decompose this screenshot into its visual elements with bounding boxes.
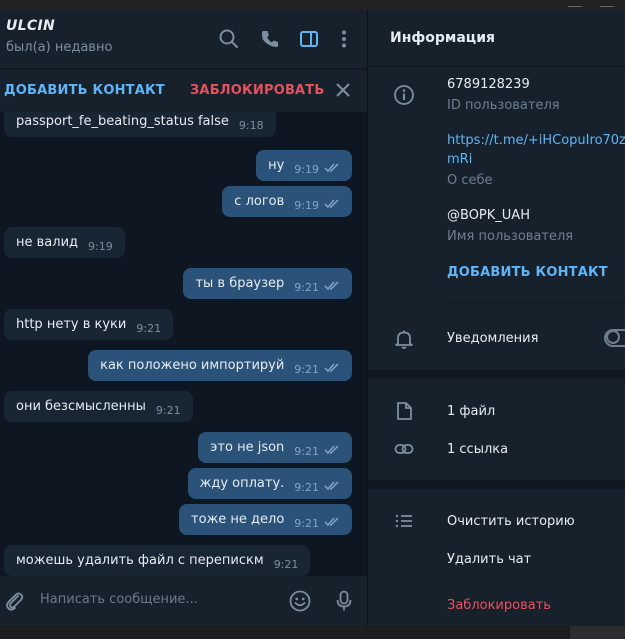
- phone-icon[interactable]: [259, 28, 281, 50]
- bio-link[interactable]: https://t.me/+iHCopuIro70zM: [447, 133, 625, 148]
- message-text: тоже не дело: [191, 512, 285, 527]
- paperclip-icon[interactable]: [2, 589, 26, 613]
- message-time: 9:21: [294, 445, 319, 458]
- bio-label: О себе: [447, 173, 493, 188]
- message-text: passport_fe_beating_status false: [16, 114, 229, 129]
- chat-status: был(а) недавно: [6, 40, 113, 55]
- file-icon: [393, 400, 415, 422]
- chat-title[interactable]: ULCIN: [6, 18, 55, 34]
- message-text: это не json: [210, 440, 285, 455]
- message-incoming[interactable]: passport_fe_beating_status false 9:18: [4, 112, 276, 137]
- message-outgoing[interactable]: с логов 9:19: [222, 186, 352, 217]
- double-check-icon: [324, 272, 342, 291]
- maximize-control[interactable]: [600, 0, 614, 7]
- message-incoming[interactable]: http нету в куки 9:21: [4, 309, 174, 340]
- username-value[interactable]: @BOPK_UAH: [447, 208, 530, 223]
- message-text: ты в браузер: [195, 276, 285, 291]
- chat-header: ULCIN был(а) недавно: [0, 10, 368, 68]
- delete-chat-button[interactable]: Удалить чат: [447, 552, 531, 567]
- emoji-icon[interactable]: [288, 589, 312, 613]
- message-text: с логов: [234, 194, 285, 209]
- divider: [447, 302, 625, 303]
- info-add-contact-button[interactable]: ДОБАВИТЬ КОНТАКТ: [447, 265, 608, 280]
- bell-icon: [393, 328, 415, 350]
- message-time: 9:21: [136, 322, 162, 335]
- minimize-control[interactable]: [568, 0, 582, 7]
- message-time: 9:21: [294, 517, 319, 530]
- message-time: 9:18: [238, 119, 264, 132]
- notifications-toggle[interactable]: [604, 329, 625, 347]
- message-outgoing[interactable]: ну 9:19: [256, 150, 352, 181]
- message-incoming[interactable]: они безсмысленны 9:21: [4, 391, 193, 422]
- message-time: 9:19: [294, 163, 319, 176]
- info-icon: [393, 84, 415, 106]
- double-check-icon: [324, 154, 342, 173]
- links-item[interactable]: 1 ссылка: [447, 442, 508, 457]
- double-check-icon: [324, 190, 342, 209]
- block-button[interactable]: ЗАБЛОКИРОВАТЬ: [190, 83, 325, 98]
- message-text: не валид: [16, 235, 79, 250]
- search-icon[interactable]: [218, 28, 240, 50]
- list-icon: [393, 510, 415, 532]
- close-icon[interactable]: [332, 79, 354, 101]
- message-text: http нету в куки: [16, 317, 127, 332]
- notifications-label: Уведомления: [447, 331, 539, 346]
- chat-pane: ULCIN был(а) недавно ДОБАВИТЬ КОНТАКТ ЗА…: [0, 10, 368, 626]
- message-composer: Написать сообщение...: [0, 576, 368, 626]
- message-time: 9:21: [155, 404, 181, 417]
- link-icon: [393, 438, 415, 460]
- double-check-icon: [324, 354, 342, 373]
- microphone-icon[interactable]: [332, 589, 356, 613]
- taskbar-block: [570, 626, 625, 639]
- user-id-label: ID пользователя: [447, 98, 560, 113]
- section-divider: [368, 480, 625, 489]
- window-bottom-strip: [0, 626, 625, 639]
- message-text: они безсмысленны: [16, 399, 146, 414]
- message-incoming[interactable]: не валид 9:19: [4, 227, 125, 258]
- message-time: 9:21: [294, 281, 319, 294]
- message-text: ну: [268, 158, 285, 173]
- message-time: 9:19: [88, 240, 113, 253]
- info-pane: Информация 6789128239 ID пользователя ht…: [368, 10, 625, 626]
- message-input[interactable]: Написать сообщение...: [40, 592, 198, 607]
- message-list[interactable]: passport_fe_beating_status false 9:18 ну 9…: [0, 112, 368, 576]
- message-incoming[interactable]: можешь удалить файл с перепискм 9:21: [4, 545, 311, 576]
- message-outgoing[interactable]: как положено импортируй 9:21: [88, 350, 352, 381]
- files-item[interactable]: 1 файл: [447, 404, 495, 419]
- message-time: 9:21: [294, 363, 319, 376]
- sidebar-toggle-icon[interactable]: [298, 28, 320, 50]
- username-label: Имя пользователя: [447, 229, 574, 244]
- double-check-icon: [324, 436, 342, 455]
- more-vertical-icon[interactable]: [334, 28, 356, 50]
- contact-action-bar: ДОБАВИТЬ КОНТАКТ ЗАБЛОКИРОВАТЬ: [0, 69, 368, 112]
- message-text: жду оплату.: [199, 476, 285, 491]
- clear-history-button[interactable]: Очистить историю: [447, 514, 575, 529]
- message-outgoing[interactable]: тоже не дело 9:21: [179, 504, 352, 535]
- divider: [368, 66, 625, 67]
- section-divider: [368, 370, 625, 379]
- add-contact-button[interactable]: ДОБАВИТЬ КОНТАКТ: [4, 83, 165, 98]
- message-time: 9:21: [294, 481, 319, 494]
- user-id-value[interactable]: 6789128239: [447, 77, 530, 92]
- bio-link-continued[interactable]: mRi: [447, 152, 472, 167]
- block-user-button[interactable]: Заблокировать: [447, 598, 551, 613]
- message-outgoing[interactable]: ты в браузер 9:21: [183, 268, 352, 299]
- info-title: Информация: [390, 30, 495, 46]
- message-outgoing[interactable]: жду оплату. 9:21: [187, 468, 352, 499]
- message-text: можешь удалить файл с перепискм: [16, 553, 264, 568]
- message-text: как положено импортируй: [100, 358, 285, 373]
- message-outgoing[interactable]: это не json 9:21: [198, 432, 352, 463]
- double-check-icon: [324, 472, 342, 491]
- message-time: 9:21: [273, 558, 299, 571]
- double-check-icon: [324, 508, 342, 527]
- toggle-knob: [606, 330, 620, 344]
- message-time: 9:19: [294, 199, 319, 212]
